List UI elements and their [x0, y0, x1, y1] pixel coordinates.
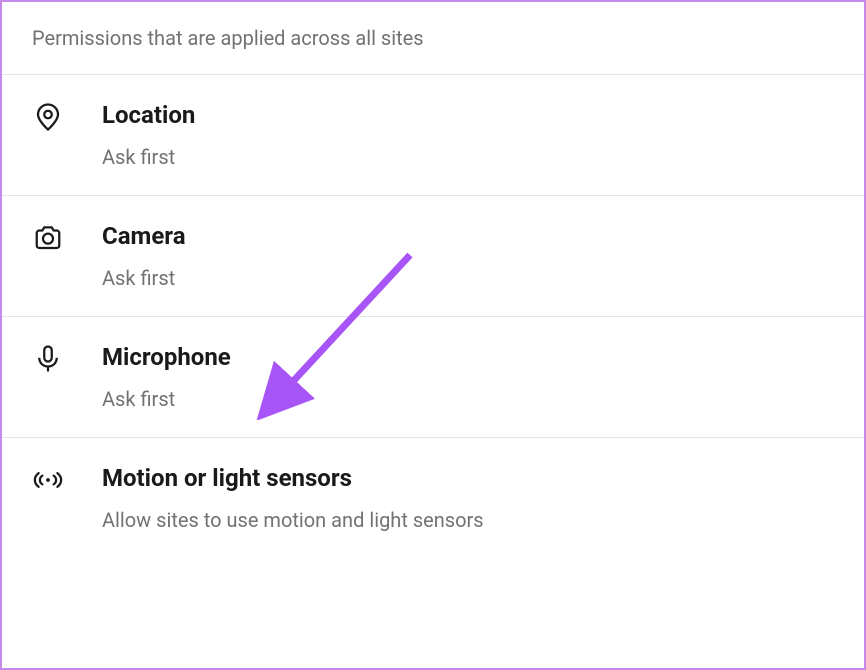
- permission-microphone-title: Microphone: [102, 343, 231, 371]
- permissions-header: Permissions that are applied across all …: [2, 2, 864, 75]
- permission-motion-sensors-text: Motion or light sensors Allow sites to u…: [102, 464, 484, 532]
- permission-motion-sensors[interactable]: Motion or light sensors Allow sites to u…: [2, 438, 864, 558]
- permission-microphone-subtitle: Ask first: [102, 387, 231, 411]
- permission-camera-title: Camera: [102, 222, 186, 250]
- motion-sensors-icon: [32, 464, 64, 496]
- permission-microphone-text: Microphone Ask first: [102, 343, 231, 411]
- microphone-icon: [32, 343, 64, 375]
- permission-location-subtitle: Ask first: [102, 145, 195, 169]
- permission-location[interactable]: Location Ask first: [2, 75, 864, 196]
- permission-motion-sensors-title: Motion or light sensors: [102, 464, 484, 492]
- permission-camera-subtitle: Ask first: [102, 266, 186, 290]
- permissions-panel: Permissions that are applied across all …: [0, 0, 866, 670]
- permission-microphone[interactable]: Microphone Ask first: [2, 317, 864, 438]
- permission-motion-sensors-subtitle: Allow sites to use motion and light sens…: [102, 508, 484, 532]
- permission-location-title: Location: [102, 101, 195, 129]
- permission-location-text: Location Ask first: [102, 101, 195, 169]
- permission-camera[interactable]: Camera Ask first: [2, 196, 864, 317]
- camera-icon: [32, 222, 64, 254]
- permissions-description: Permissions that are applied across all …: [32, 26, 834, 50]
- permission-camera-text: Camera Ask first: [102, 222, 186, 290]
- location-icon: [32, 101, 64, 133]
